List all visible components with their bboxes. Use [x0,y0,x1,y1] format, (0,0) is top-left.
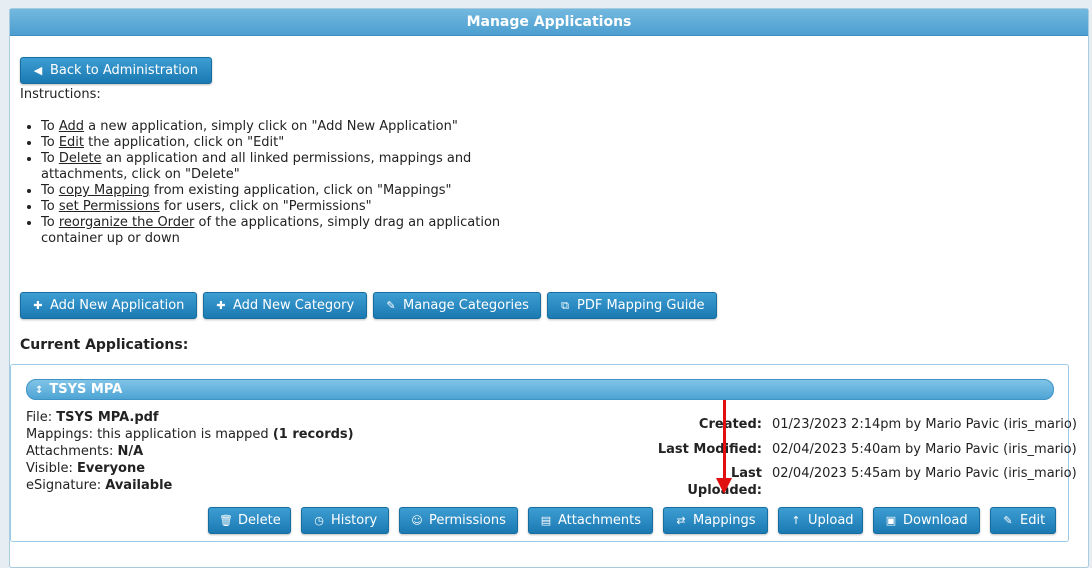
pencil-icon: ✎ [386,299,396,312]
instruction-item: To Delete an application and all linked … [41,151,503,183]
instruction-item: To Edit the application, click on "Edit" [41,135,503,151]
page-title: Manage Applications [10,9,1088,36]
last-uploaded-value: 02/04/2023 5:45am by Mario Pavic (iris_m… [772,466,1077,481]
visible-value: Everyone [77,461,146,476]
instructions-title: Instructions: [20,87,101,102]
application-drag-header[interactable]: ↕ TSYS MPA [26,379,1054,400]
back-to-administration-button[interactable]: ◀ Back to Administration [20,57,212,84]
created-label: Created: [698,417,762,432]
download-button[interactable]: ▣ Download [873,507,980,534]
last-modified-label: Last Modified: [657,442,762,457]
last-uploaded-label-2: Uploaded: [687,483,762,498]
user-icon: ☺ [411,514,423,527]
trash-icon: 🗑 [219,514,233,527]
plus-icon: ✚ [33,299,43,312]
clock-icon: ◷ [314,514,324,527]
esignature-value: Available [105,478,173,493]
last-modified-value: 02/04/2023 5:40am by Mario Pavic (iris_m… [772,442,1077,457]
upload-button[interactable]: ↑ Upload [778,507,863,534]
manage-categories-button[interactable]: ✎ Manage Categories [373,292,541,319]
application-name: TSYS MPA [49,382,123,397]
annotation-arrow-line [723,400,726,480]
wrench-icon: ✎ [1003,514,1013,527]
upload-arrow-icon: ↑ [791,514,801,527]
external-link-icon: ⧉ [561,299,569,312]
instructions-list: To Add a new application, simply click o… [23,119,503,247]
file-name: TSYS MPA.pdf [56,410,159,425]
instruction-item: To reorganize the Order of the applicati… [41,215,503,247]
add-new-application-button[interactable]: ✚ Add New Application [20,292,197,319]
history-button[interactable]: ◷ History [301,507,389,534]
current-applications-title: Current Applications: [20,337,189,353]
permissions-button[interactable]: ☺ Permissions [399,507,518,534]
last-uploaded-label-1: Last [730,466,762,481]
mappings-button[interactable]: ⇄ Mappings [663,507,768,534]
mappings-count: (1 records) [272,427,354,442]
created-value: 01/23/2023 2:14pm by Mario Pavic (iris_m… [772,417,1077,432]
save-icon: ▣ [885,514,897,527]
annotation-arrow-head [716,478,732,494]
application-info: File: TSYS MPA.pdf Mappings: this applic… [26,410,354,493]
instruction-item: To set Permissions for users, click on "… [41,199,503,215]
back-button-label: Back to Administration [50,63,199,78]
swap-arrows-icon: ⇄ [676,514,686,527]
drag-handle-icon: ↕ [35,385,44,396]
attachments-button[interactable]: ▤ Attachments [528,507,653,534]
instruction-item: To copy Mapping from existing applicatio… [41,183,503,199]
add-new-category-button[interactable]: ✚ Add New Category [203,292,367,319]
document-icon: ▤ [540,514,552,527]
attachments-value: N/A [117,444,144,459]
plus-icon: ✚ [216,299,226,312]
instruction-item: To Add a new application, simply click o… [41,119,503,135]
arrow-left-circle-icon: ◀ [33,64,43,77]
pdf-mapping-guide-button[interactable]: ⧉ PDF Mapping Guide [547,292,717,319]
delete-button[interactable]: 🗑 Delete [208,507,291,534]
edit-button[interactable]: ✎ Edit [990,507,1056,534]
